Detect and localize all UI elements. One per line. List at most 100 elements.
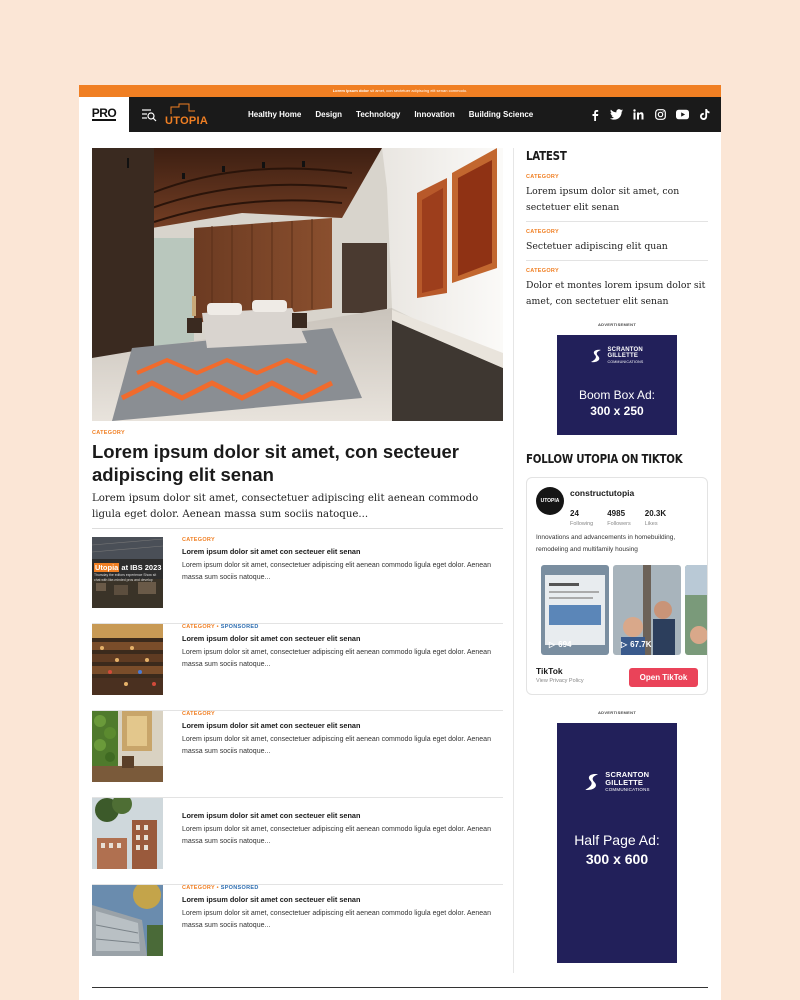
tiktok-embed[interactable]: UTOPIA constructutopia 24 Following 4985 F… xyxy=(526,477,708,695)
video-views: ▷ 67.7K xyxy=(621,640,652,649)
hero-title[interactable]: Lorem ipsum dolor sit amet, con secteuer… xyxy=(92,440,503,486)
article-thumbnail[interactable] xyxy=(92,798,163,869)
article-thumbnail-image xyxy=(92,885,163,956)
caption-accent: Utopia xyxy=(94,563,120,572)
ad-copy: Half Page Ad: 300 x 600 xyxy=(557,831,677,869)
sponsored-label: SPONSORED xyxy=(220,885,259,891)
latest-item[interactable]: CATEGORY Lorem ipsum dolor sit amet, con… xyxy=(526,167,708,222)
article-excerpt: Lorem ipsum dolor sit amet, consectetuer… xyxy=(182,826,491,845)
article-thumbnail[interactable] xyxy=(92,885,163,956)
video-views: ▷ 694 xyxy=(549,640,572,649)
article-thumbnail[interactable] xyxy=(92,711,163,782)
tiktok-video[interactable]: ▷ 67.7K xyxy=(613,565,681,655)
article-thumbnail[interactable]: Utopia at IBS 2023 Thursday the editors … xyxy=(92,537,163,608)
hero-divider xyxy=(92,528,503,529)
hero-category[interactable]: CATEGORY xyxy=(92,430,503,436)
half-page-ad[interactable]: SCRANTON GILLETTE COMMUNICATIONS Half Page… xyxy=(557,723,677,963)
promo-bold-text: Lorem ipsum dolor xyxy=(332,88,369,93)
sponsored-label: SPONSORED xyxy=(220,624,259,630)
latest-category[interactable]: CATEGORY xyxy=(526,268,708,274)
ad-logo-text: SCRANTON GILLETTE COMMUNICATIONS xyxy=(607,347,644,364)
pro-logo-box[interactable]: PRO xyxy=(79,97,129,132)
sidebar: LATEST CATEGORY Lorem ipsum dolor sit am… xyxy=(526,148,708,963)
instagram-icon[interactable] xyxy=(654,108,667,121)
article-item[interactable]: Utopia at IBS 2023 Thursday the editors … xyxy=(92,537,503,624)
nav-technology[interactable]: Technology xyxy=(356,110,400,119)
article-item[interactable]: Lorem ipsum dolor sit amet con secteuer … xyxy=(92,798,503,885)
tiktok-username[interactable]: constructutopia xyxy=(570,488,634,498)
article-category[interactable]: CATEGORY xyxy=(182,624,215,630)
tiktok-stats: 24 Following 4985 Followers 20.3K Likes xyxy=(570,509,666,527)
article-thumbnail[interactable] xyxy=(92,624,163,695)
stat-followers: 4985 Followers xyxy=(607,509,631,527)
linkedin-icon[interactable] xyxy=(632,108,645,121)
latest-title[interactable]: Dolor et montes lorem ipsum dolor sit am… xyxy=(526,278,708,310)
latest-item[interactable]: CATEGORY Sectetuer adipiscing elit quan xyxy=(526,222,708,261)
nav-innovation[interactable]: Innovation xyxy=(414,110,454,119)
article-excerpt: Lorem ipsum dolor sit amet, consectetuer… xyxy=(182,910,491,929)
pro-logo: PRO xyxy=(91,106,117,121)
boom-box-ad[interactable]: SCRANTON GILLETTE COMMUNICATIONS Boom Box … xyxy=(557,335,677,435)
utopia-logo[interactable]: UTOPIA xyxy=(165,103,211,127)
article-title[interactable]: Lorem ipsum dolor sit amet con secteuer … xyxy=(182,634,503,643)
tiktok-video[interactable] xyxy=(685,565,707,655)
article-category[interactable]: CATEGORY xyxy=(182,537,503,543)
twitter-icon[interactable] xyxy=(610,108,623,121)
latest-title[interactable]: Sectetuer adipiscing elit quan xyxy=(526,239,708,255)
latest-category[interactable]: CATEGORY xyxy=(526,229,708,235)
article-item[interactable]: CATEGORY • SPONSORED Lorem ipsum dolor s… xyxy=(92,885,503,972)
ad-logo-text: SCRANTON GILLETTE COMMUNICATIONS xyxy=(605,770,650,792)
article-body: CATEGORY • SPONSORED Lorem ipsum dolor s… xyxy=(182,885,503,932)
caption-text: at IBS 2023 xyxy=(119,563,162,572)
article-category-row: CATEGORY • SPONSORED xyxy=(182,885,259,891)
privacy-policy-link[interactable]: View Privacy Policy xyxy=(536,678,584,684)
tiktok-heading: FOLLOW UTOPIA ON TIKTOK xyxy=(526,451,683,466)
main-column: CATEGORY Lorem ipsum dolor sit amet, con… xyxy=(92,148,503,972)
utopia-wordmark: UTOPIA xyxy=(165,114,209,127)
open-tiktok-button[interactable]: Open TikTok xyxy=(629,668,698,687)
footer-divider xyxy=(92,987,708,988)
article-title[interactable]: Lorem ipsum dolor sit amet con secteuer … xyxy=(182,721,503,730)
hero-excerpt: Lorem ipsum dolor sit amet, consectetuer… xyxy=(92,493,479,520)
thumbnail-caption: Utopia at IBS 2023 xyxy=(94,563,161,572)
tiktok-video[interactable]: ▷ 694 xyxy=(541,565,609,655)
latest-heading: LATEST xyxy=(526,148,567,163)
article-title[interactable]: Lorem ipsum dolor sit amet con secteuer … xyxy=(182,547,503,556)
article-title[interactable]: Lorem ipsum dolor sit amet con secteuer … xyxy=(182,811,503,820)
facebook-icon[interactable] xyxy=(588,108,601,121)
nav-design[interactable]: Design xyxy=(315,110,342,119)
article-excerpt: Lorem ipsum dolor sit amet, consectetuer… xyxy=(182,562,491,581)
page: Lorem ipsum dolor sit amet, con sectetue… xyxy=(79,85,721,1000)
nav-building-science[interactable]: Building Science xyxy=(469,110,533,119)
nav-healthy-home[interactable]: Healthy Home xyxy=(248,110,301,119)
tiktok-icon[interactable] xyxy=(698,108,711,121)
promo-bar[interactable]: Lorem ipsum dolor sit amet, con sectetue… xyxy=(79,85,721,97)
tiktok-video-strip: ▷ 694 ▷ 67.7K xyxy=(541,565,707,655)
article-thumbnail-image xyxy=(92,798,163,869)
scranton-gillette-logo: SCRANTON GILLETTE COMMUNICATIONS xyxy=(557,347,677,365)
article-item[interactable]: CATEGORY Lorem ipsum dolor sit amet con … xyxy=(92,711,503,798)
stat-likes: 20.3K Likes xyxy=(644,509,667,527)
article-category[interactable]: CATEGORY xyxy=(182,885,215,891)
article-excerpt: Lorem ipsum dolor sit amet, consectetuer… xyxy=(182,736,491,755)
hero-image[interactable] xyxy=(92,148,503,421)
tiktok-video-thumbnail xyxy=(685,565,707,655)
article-title[interactable]: Lorem ipsum dolor sit amet con secteuer … xyxy=(182,895,503,904)
latest-title[interactable]: Lorem ipsum dolor sit amet, con sectetue… xyxy=(526,184,708,216)
latest-category[interactable]: CATEGORY xyxy=(526,174,708,180)
article-category[interactable]: CATEGORY xyxy=(182,711,503,717)
article-body: Lorem ipsum dolor sit amet con secteuer … xyxy=(182,798,503,848)
play-icon: ▷ xyxy=(621,640,628,649)
tiktok-avatar[interactable]: UTOPIA xyxy=(536,487,564,515)
youtube-icon[interactable] xyxy=(676,108,689,121)
article-category-row: CATEGORY • SPONSORED xyxy=(182,624,259,630)
scranton-gillette-logo: SCRANTON GILLETTE COMMUNICATIONS xyxy=(557,771,677,794)
thumbnail-subcaption: Thursday the editors experience Show sit… xyxy=(94,573,157,582)
column-divider xyxy=(513,148,514,973)
stat-following: 24 Following xyxy=(570,509,594,527)
menu-search-icon[interactable] xyxy=(141,107,157,123)
article-thumbnail-image xyxy=(92,711,163,782)
latest-item[interactable]: CATEGORY Dolor et montes lorem ipsum dol… xyxy=(526,261,708,315)
ad-line2: 300 x 250 xyxy=(590,404,644,418)
article-item[interactable]: CATEGORY • SPONSORED Lorem ipsum dolor s… xyxy=(92,624,503,711)
